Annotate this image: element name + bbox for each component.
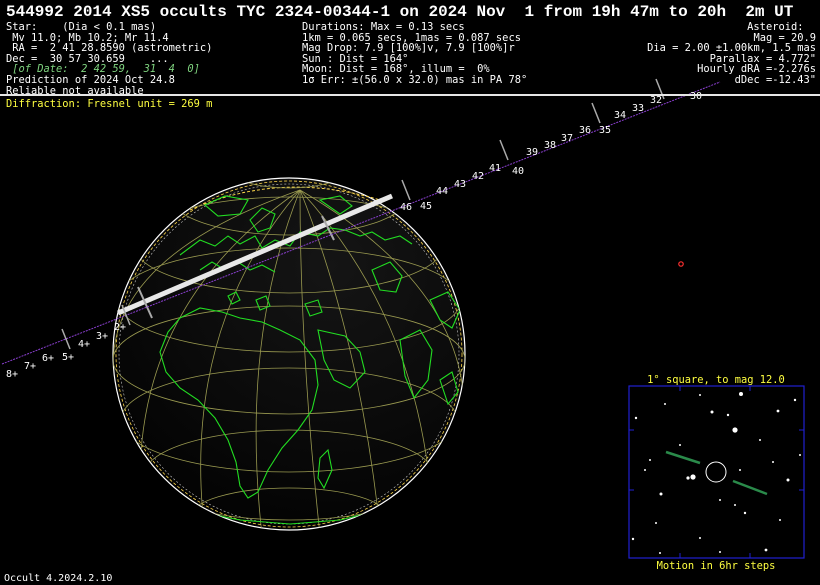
page-title: 544992 2014 XS5 occults TYC 2324-00344-1…	[6, 3, 794, 21]
track-time-label: 8+	[6, 369, 18, 380]
track-time-label: 35	[599, 125, 611, 136]
track-tick	[499, 139, 509, 161]
inset-caption: Motion in 6hr steps	[656, 560, 776, 572]
star-header: Star: (Dia < 0.1 mas)	[6, 21, 157, 33]
track-time-label: 46	[400, 202, 412, 213]
ddec: dDec =-12.43"	[734, 73, 816, 86]
asteroid-info: Asteroid: Mag = 20.9 Dia = 2.00 ±1.00km, …	[647, 22, 816, 86]
track-time-label: 45	[420, 201, 432, 212]
track-time-label: 41	[489, 163, 501, 174]
header-separator	[0, 94, 820, 96]
star-info: Star: (Dia < 0.1 mas) Mv 11.0; Mb 10.2; …	[6, 22, 212, 96]
track-time-label: 2+	[114, 322, 126, 333]
track-time-label: 34	[614, 110, 626, 121]
track-time-label: 39	[526, 147, 538, 158]
version-footer: Occult 4.2024.2.10	[4, 573, 113, 584]
star-chart-inset	[628, 385, 805, 559]
track-time-label: 43	[454, 179, 466, 190]
track-time-label: 3+	[96, 331, 108, 342]
track-time-label: 32	[650, 95, 662, 106]
track-time-label: 7+	[24, 361, 36, 372]
track-tick	[591, 102, 601, 124]
track-time-label: 36	[579, 125, 591, 136]
inset-title: 1° square, to mag 12.0	[647, 374, 785, 386]
track-time-label: 5+	[62, 352, 74, 363]
event-info: Durations: Max = 0.13 secs 1km = 0.065 se…	[302, 22, 527, 86]
track-time-label: 33	[632, 103, 644, 114]
track-time-label: 30	[690, 91, 702, 102]
red-marker	[678, 261, 684, 267]
earth-globe	[112, 177, 466, 531]
prediction-date: Prediction of 2024 Oct 24.8	[6, 73, 175, 86]
track-time-label: 42	[472, 171, 484, 182]
track-tick	[401, 179, 411, 201]
track-time-label: 4+	[78, 339, 90, 350]
track-time-label: 40	[512, 166, 524, 177]
diffraction-note: Diffraction: Fresnel unit = 269 m	[6, 98, 213, 110]
track-time-label: 38	[544, 140, 556, 151]
track-tick	[61, 328, 71, 350]
error-ellipse: 1σ Err: ±(56.0 x 32.0) mas in PA 78°	[302, 73, 528, 86]
track-time-label: 6+	[42, 353, 54, 364]
asteroid-header: Asteroid:	[747, 21, 816, 33]
track-time-label: 44	[436, 186, 448, 197]
track-time-label: 37	[561, 133, 573, 144]
durations: Durations: Max = 0.13 secs	[302, 21, 465, 33]
